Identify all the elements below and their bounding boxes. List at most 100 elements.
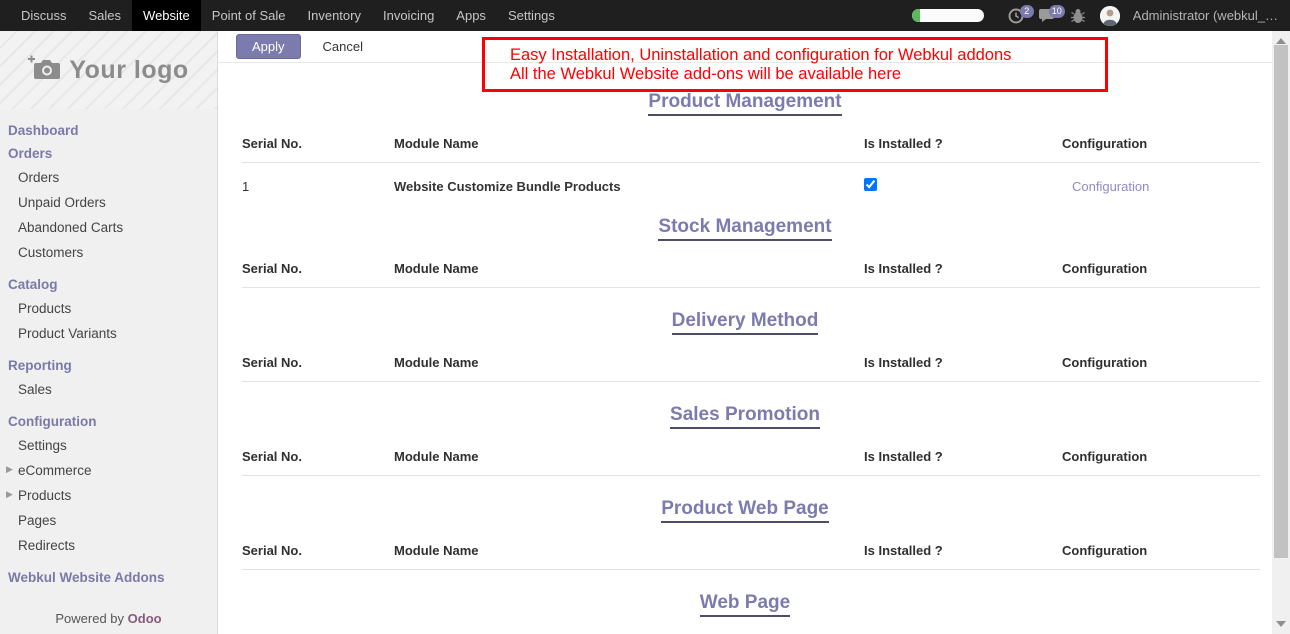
is-installed-checkbox[interactable]: [864, 178, 877, 191]
col-header-installed: Is Installed ?: [864, 136, 1062, 151]
sidebar-menu: Dashboard Orders Orders Unpaid Orders Ab…: [0, 109, 217, 611]
col-header-installed: Is Installed ?: [864, 261, 1062, 276]
section-delivery-method: Delivery Method Serial No. Module Name I…: [218, 310, 1272, 382]
nav-item-settings[interactable]: Settings: [497, 0, 566, 31]
odoo-brand-link[interactable]: Odoo: [128, 611, 162, 626]
col-header-configuration: Configuration: [1062, 136, 1260, 151]
col-header-module: Module Name: [394, 449, 864, 464]
cell-module-name: Website Customize Bundle Products: [394, 179, 864, 194]
section-stock-management: Stock Management Serial No. Module Name …: [218, 216, 1272, 288]
col-header-serial: Serial No.: [242, 136, 394, 151]
user-avatar[interactable]: [1100, 6, 1120, 26]
nav-item-website[interactable]: Website: [132, 0, 201, 31]
sidebar-item-webkul-website-addons[interactable]: Webkul Website Addons: [0, 566, 217, 589]
table-row: 1 Website Customize Bundle Products Conf…: [242, 163, 1260, 194]
table-header-row: Serial No. Module Name Is Installed ? Co…: [242, 136, 1260, 163]
systray: 2 10 Administrator (webkul_…: [912, 0, 1290, 31]
sidebar-item-orders[interactable]: Orders: [0, 165, 217, 190]
sidebar-item-pages[interactable]: Pages: [0, 508, 217, 533]
section-title-link[interactable]: Stock Management: [658, 216, 831, 241]
annotation-box: Easy Installation, Uninstallation and co…: [482, 37, 1108, 92]
nav-item-point-of-sale[interactable]: Point of Sale: [201, 0, 297, 31]
table-header-row: Serial No. Module Name Is Installed ? Co…: [242, 543, 1260, 570]
camera-icon: [28, 54, 60, 86]
main-content: Apply Cancel Easy Installation, Uninstal…: [218, 31, 1290, 634]
logo-text: Your logo: [69, 56, 188, 85]
col-header-serial: Serial No.: [242, 355, 394, 370]
section-sales-promotion: Sales Promotion Serial No. Module Name I…: [218, 404, 1272, 476]
nav-item-apps[interactable]: Apps: [445, 0, 497, 31]
table-header-row: Serial No. Module Name Is Installed ? Co…: [242, 355, 1260, 382]
sidebar-item-products-config[interactable]: ▶Products: [0, 483, 217, 508]
chevron-right-icon: ▶: [6, 464, 13, 475]
sidebar-item-customers[interactable]: Customers: [0, 240, 217, 265]
activity-count-badge: 2: [1020, 5, 1034, 18]
section-title-link[interactable]: Delivery Method: [672, 310, 819, 335]
sidebar-item-sales[interactable]: Sales: [0, 377, 217, 402]
nav-item-discuss[interactable]: Discuss: [10, 0, 78, 31]
sidebar-section-orders[interactable]: Orders: [0, 142, 217, 165]
section-title-link[interactable]: Sales Promotion: [670, 404, 820, 429]
col-header-module: Module Name: [394, 355, 864, 370]
col-header-installed: Is Installed ?: [864, 449, 1062, 464]
table-header-row: Serial No. Module Name Is Installed ? Co…: [242, 449, 1260, 476]
col-header-module: Module Name: [394, 543, 864, 558]
col-header-serial: Serial No.: [242, 543, 394, 558]
messages-bubble-icon[interactable]: 10: [1038, 7, 1056, 25]
vertical-scrollbar[interactable]: [1272, 31, 1290, 634]
message-count-badge: 10: [1049, 5, 1065, 18]
section-title-link[interactable]: Product Web Page: [661, 498, 829, 523]
cancel-button[interactable]: Cancel: [313, 35, 373, 58]
section-web-page: Web Page Serial No. Module Name Is Insta…: [218, 592, 1272, 634]
timer-progressbar[interactable]: [912, 9, 984, 22]
nav-item-inventory[interactable]: Inventory: [297, 0, 372, 31]
sidebar-section-reporting[interactable]: Reporting: [0, 354, 217, 377]
cell-serial: 1: [242, 179, 394, 194]
col-header-configuration: Configuration: [1062, 543, 1260, 558]
bug-icon[interactable]: [1069, 7, 1087, 25]
col-header-installed: Is Installed ?: [864, 543, 1062, 558]
sidebar-section-configuration[interactable]: Configuration: [0, 410, 217, 433]
section-product-management: Product Management Serial No. Module Nam…: [218, 91, 1272, 194]
navbar-menu: Discuss Sales Website Point of Sale Inve…: [0, 0, 566, 31]
sidebar: Your logo Dashboard Orders Orders Unpaid…: [0, 31, 218, 634]
scrollbar-down-arrow[interactable]: [1276, 621, 1286, 627]
scrollbar-thumb[interactable]: [1274, 45, 1288, 558]
col-header-configuration: Configuration: [1062, 449, 1260, 464]
sidebar-item-settings[interactable]: Settings: [0, 433, 217, 458]
col-header-configuration: Configuration: [1062, 355, 1260, 370]
section-product-web-page: Product Web Page Serial No. Module Name …: [218, 498, 1272, 570]
top-navbar: Discuss Sales Website Point of Sale Inve…: [0, 0, 1290, 31]
scrollbar-up-arrow[interactable]: [1276, 38, 1286, 44]
timer-progressbar-fill: [912, 9, 920, 22]
apply-button[interactable]: Apply: [236, 34, 301, 59]
configuration-link[interactable]: Configuration: [1062, 179, 1149, 194]
col-header-installed: Is Installed ?: [864, 355, 1062, 370]
col-header-module: Module Name: [394, 136, 864, 151]
powered-by-text: Powered by: [55, 611, 124, 626]
logo-placeholder[interactable]: Your logo: [0, 31, 217, 109]
sidebar-item-redirects[interactable]: Redirects: [0, 533, 217, 558]
col-header-serial: Serial No.: [242, 261, 394, 276]
annotation-line-2: All the Webkul Website add-ons will be a…: [510, 65, 1097, 84]
nav-item-sales[interactable]: Sales: [78, 0, 133, 31]
sidebar-item-abandoned-carts[interactable]: Abandoned Carts: [0, 215, 217, 240]
activity-clock-icon[interactable]: 2: [1007, 7, 1025, 25]
powered-by-odoo: Powered by Odoo: [0, 611, 217, 634]
user-menu-label[interactable]: Administrator (webkul_…: [1133, 8, 1278, 23]
section-title-link[interactable]: Web Page: [700, 592, 790, 617]
col-header-module: Module Name: [394, 261, 864, 276]
sidebar-item-unpaid-orders[interactable]: Unpaid Orders: [0, 190, 217, 215]
nav-item-invoicing[interactable]: Invoicing: [372, 0, 445, 31]
sidebar-item-ecommerce[interactable]: ▶eCommerce: [0, 458, 217, 483]
col-header-serial: Serial No.: [242, 449, 394, 464]
col-header-configuration: Configuration: [1062, 261, 1260, 276]
sidebar-item-product-variants[interactable]: Product Variants: [0, 321, 217, 346]
sidebar-section-catalog[interactable]: Catalog: [0, 273, 217, 296]
section-title-link[interactable]: Product Management: [648, 91, 841, 116]
chevron-right-icon: ▶: [6, 489, 13, 500]
sidebar-item-products[interactable]: Products: [0, 296, 217, 321]
annotation-line-1: Easy Installation, Uninstallation and co…: [510, 46, 1097, 65]
sidebar-item-dashboard[interactable]: Dashboard: [0, 119, 217, 142]
table-header-row: Serial No. Module Name Is Installed ? Co…: [242, 261, 1260, 288]
